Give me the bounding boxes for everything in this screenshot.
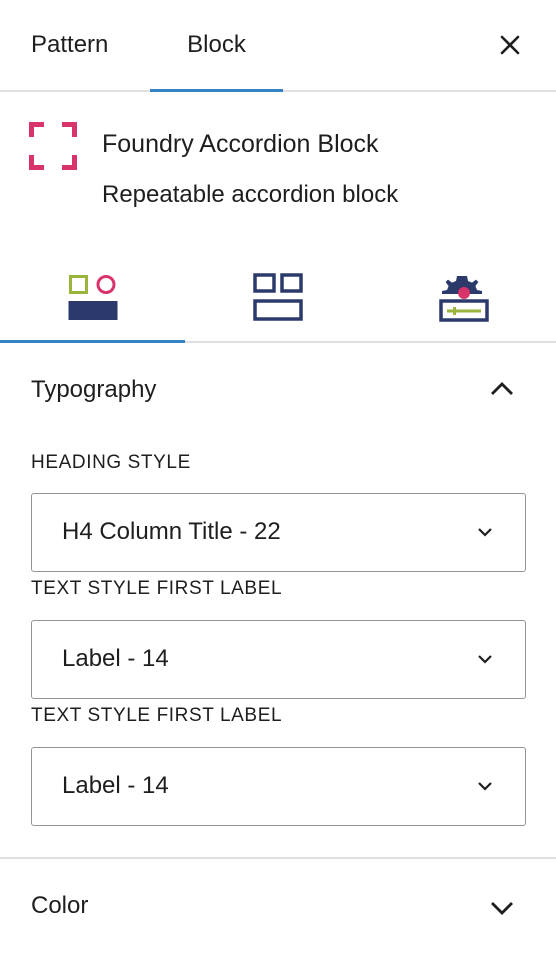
tab-layout[interactable]: [185, 255, 370, 341]
heading-style-label: HEADING STYLE: [31, 452, 191, 473]
block-card: [0, 94, 556, 240]
text-style-second-label-label: TEXT STYLE FIRST LABEL: [31, 705, 283, 726]
text-style-first-label-label: TEXT STYLE FIRST LABEL: [31, 578, 283, 599]
tab-advanced[interactable]: [371, 255, 556, 341]
text-style-second-label-select[interactable]: Label - 14: [31, 747, 526, 826]
advanced-settings-icon: [438, 276, 489, 322]
close-icon: [500, 35, 520, 55]
block-title: Foundry Accordion Block: [102, 130, 379, 158]
chevron-up-icon[interactable]: [488, 375, 516, 403]
tab-pattern[interactable]: Pattern: [31, 0, 108, 90]
sidebar-header: Pattern Block: [0, 0, 556, 92]
text-style-first-label-select[interactable]: Label - 14: [31, 620, 526, 699]
heading-style-select[interactable]: H4 Column Title - 22: [31, 493, 526, 572]
chevron-down-icon: [478, 655, 492, 664]
panel-divider: [0, 857, 556, 859]
text-style-first-label-value: Label - 14: [62, 645, 169, 672]
tab-styles[interactable]: [0, 255, 185, 343]
close-button[interactable]: [494, 29, 526, 61]
chevron-down-icon[interactable]: [488, 893, 516, 921]
layout-grid-icon: [252, 273, 303, 321]
tab-block[interactable]: Block: [150, 0, 283, 92]
chevron-down-icon: [478, 782, 492, 791]
heading-style-value: H4 Column Title - 22: [62, 518, 281, 545]
styles-icon: [68, 275, 117, 320]
chevron-down-icon: [478, 528, 492, 537]
settings-icon-tabs: [0, 255, 556, 343]
typography-panel-title[interactable]: Typography: [31, 376, 156, 404]
block-placeholder-icon: [29, 122, 77, 170]
block-description: Repeatable accordion block: [102, 181, 399, 208]
color-panel-title[interactable]: Color: [31, 892, 88, 920]
text-style-second-label-value: Label - 14: [62, 772, 169, 799]
